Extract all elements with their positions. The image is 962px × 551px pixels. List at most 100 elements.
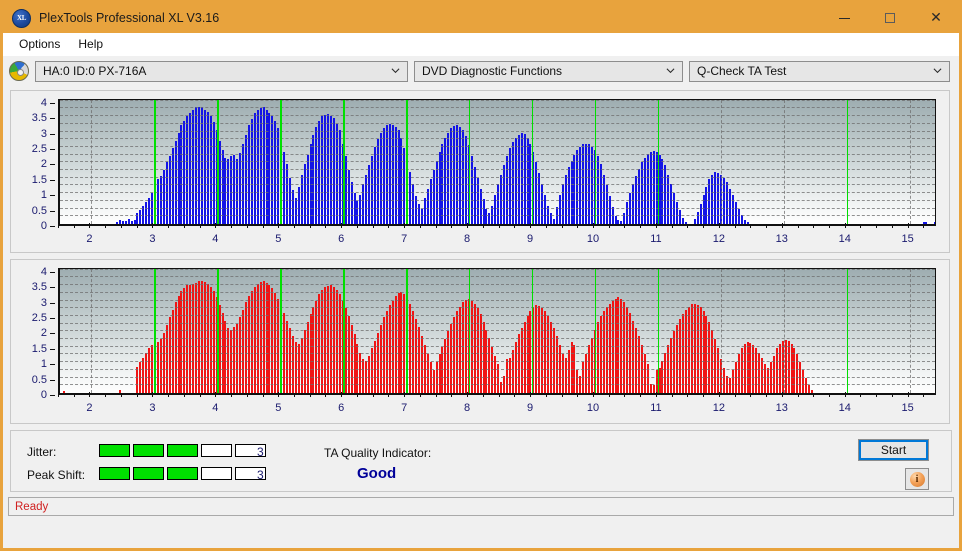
y-axis-tick-label: 1.5 — [31, 342, 47, 355]
chart-bar — [564, 357, 567, 393]
chart-bar — [133, 220, 136, 224]
chart-bar — [218, 305, 221, 393]
menu-item-help[interactable]: Help — [69, 35, 112, 53]
gridline-horizontal — [60, 291, 935, 293]
chart-bar — [670, 183, 673, 224]
chart-bar — [151, 193, 154, 224]
x-axis-tick-label: 3 — [149, 233, 156, 245]
chart-bar — [506, 156, 509, 224]
chart-bar — [717, 348, 720, 393]
x-axis-minor-tick — [608, 225, 610, 228]
chart-bar — [646, 153, 649, 224]
x-axis-tick-label: 3 — [149, 402, 156, 414]
drive-select[interactable]: HA:0 ID:0 PX-716A — [35, 60, 408, 82]
sector-marker — [406, 100, 408, 224]
chart-bar — [514, 342, 517, 393]
chart-bar — [239, 317, 242, 393]
x-axis-minor-tick — [577, 225, 579, 228]
chart-bar — [617, 220, 620, 224]
gridline-horizontal — [60, 322, 935, 324]
chart-bar — [145, 352, 148, 393]
x-axis-minor-tick — [451, 394, 453, 397]
close-button[interactable]: ✕ — [913, 3, 959, 33]
x-axis-minor-tick — [246, 394, 248, 397]
y-axis-tick-label: 2 — [40, 158, 47, 171]
chart-bar — [350, 182, 353, 224]
x-axis-tick-label: 12 — [712, 402, 725, 414]
jitter-value: 3 — [257, 445, 264, 459]
sector-marker — [594, 269, 597, 393]
gridline-horizontal — [60, 130, 935, 132]
start-button[interactable]: Start — [858, 439, 929, 461]
chart-bar — [400, 137, 403, 224]
jitter-label: Jitter: — [27, 445, 57, 459]
info-button[interactable]: i — [905, 468, 929, 490]
x-axis-minor-tick — [278, 225, 280, 228]
disc-icon — [9, 61, 29, 81]
y-axis-tick-label: 3.5 — [31, 112, 47, 125]
chart-bar — [805, 377, 808, 393]
x-axis-minor-tick — [152, 225, 154, 228]
function-select[interactable]: DVD Diagnostic Functions — [414, 60, 683, 82]
x-axis-minor-tick — [876, 394, 878, 397]
gridline-horizontal — [60, 368, 935, 370]
x-axis-minor-tick — [73, 225, 75, 228]
gridline-horizontal — [60, 199, 935, 201]
x-axis-minor-tick — [356, 394, 358, 397]
x-axis-tick-label: 15 — [901, 402, 914, 414]
maximize-button[interactable] — [867, 3, 913, 33]
x-axis-minor-tick — [640, 394, 642, 397]
chart-bar — [239, 153, 242, 224]
chart-bar — [758, 352, 761, 393]
chart-bar — [371, 156, 374, 224]
gridline-horizontal — [60, 107, 935, 109]
chart-bar — [115, 222, 118, 224]
chart-bar — [118, 220, 121, 224]
y-axis-tick — [50, 333, 55, 335]
test-select[interactable]: Q-Check TA Test — [689, 60, 950, 82]
y-axis-tick-label: 4 — [40, 265, 47, 278]
chart-bar — [432, 369, 435, 393]
y-axis-tick-label: 3 — [40, 296, 47, 309]
chart-bar — [247, 295, 250, 393]
x-axis-minor-tick — [136, 394, 138, 397]
chart-bar — [508, 357, 511, 393]
chart-bar — [385, 125, 388, 224]
chart-bar — [356, 200, 359, 224]
chart-bar — [344, 156, 347, 224]
x-axis-minor-tick — [514, 394, 516, 397]
x-axis-minor-tick — [592, 394, 594, 397]
gridline-horizontal — [60, 384, 935, 386]
gridline-horizontal — [60, 161, 935, 163]
x-axis-minor-tick — [215, 225, 217, 228]
minimize-button[interactable] — [821, 3, 867, 33]
chart-bar — [359, 352, 362, 393]
y-axis-tick-label: 3 — [40, 127, 47, 140]
maximize-icon — [885, 13, 895, 23]
chart-bar — [731, 369, 734, 393]
sector-marker — [657, 100, 660, 224]
sector-marker — [343, 100, 345, 224]
chart-bar — [526, 137, 529, 224]
x-axis-minor-tick — [561, 225, 563, 228]
chart-bar — [734, 202, 737, 224]
meter-segment — [201, 467, 232, 480]
sector-marker — [469, 269, 471, 393]
info-icon: i — [909, 471, 925, 487]
x-axis-minor-tick — [655, 394, 657, 397]
chart-bar — [426, 188, 429, 224]
chart-bar — [315, 126, 318, 224]
jitter-meter — [99, 444, 266, 457]
chart-bar — [485, 208, 488, 224]
chart-bar — [684, 221, 687, 224]
gridline-horizontal — [60, 145, 935, 147]
chart-bar — [538, 306, 541, 393]
chart-bar — [139, 362, 142, 393]
sector-marker — [846, 100, 849, 224]
chart-bar — [344, 308, 347, 393]
menu-item-options[interactable]: Options — [10, 35, 69, 53]
chart-bar — [453, 125, 456, 224]
status-text: Ready — [15, 500, 49, 513]
chart-bar — [230, 156, 233, 224]
y-axis-tick — [50, 364, 55, 366]
